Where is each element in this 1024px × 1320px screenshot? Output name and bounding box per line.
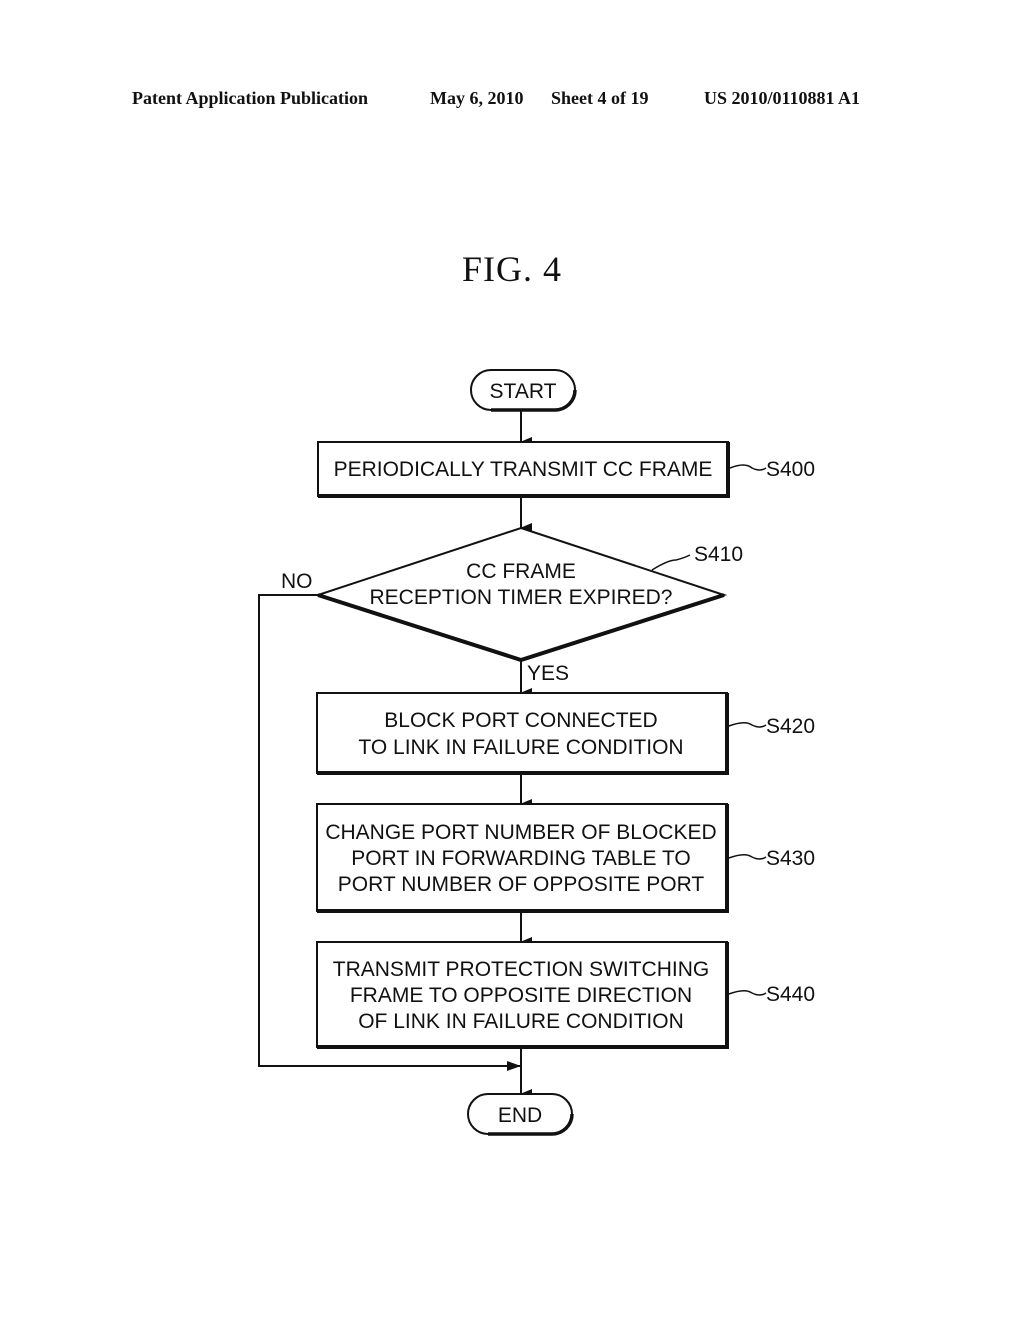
step-s430: CHANGE PORT NUMBER OF BLOCKED PORT IN FO…: [316, 803, 815, 913]
step-s420-line-1: BLOCK PORT CONNECTED: [384, 709, 657, 732]
step-s420-id: S420: [766, 715, 815, 738]
decision-no-label: NO: [281, 570, 313, 593]
step-s400-text: PERIODICALLY TRANSMIT CC FRAME: [334, 458, 713, 481]
decision-s410-line-2: RECEPTION TIMER EXPIRED?: [369, 586, 672, 609]
step-s440: TRANSMIT PROTECTION SWITCHING FRAME TO O…: [316, 941, 815, 1049]
flowchart: START PERIODICALLY TRANSMIT CC FRAME S40…: [258, 369, 815, 1136]
start-terminal: START: [470, 369, 577, 412]
step-s430-line-1: CHANGE PORT NUMBER OF BLOCKED: [325, 821, 716, 844]
end-label: END: [498, 1104, 542, 1127]
step-s440-line-1: TRANSMIT PROTECTION SWITCHING: [333, 958, 709, 981]
step-s440-line-2: FRAME TO OPPOSITE DIRECTION: [350, 984, 692, 1007]
step-s430-id: S430: [766, 847, 815, 870]
decision-s410: CC FRAME RECEPTION TIMER EXPIRED? S410 N…: [281, 526, 743, 685]
step-s400: PERIODICALLY TRANSMIT CC FRAME S400: [317, 441, 815, 498]
step-s420-line-2: TO LINK IN FAILURE CONDITION: [358, 736, 683, 759]
step-s400-id: S400: [766, 458, 815, 481]
decision-s410-line-1: CC FRAME: [466, 560, 576, 583]
decision-s410-id: S410: [694, 543, 743, 566]
step-s420: BLOCK PORT CONNECTED TO LINK IN FAILURE …: [316, 692, 815, 775]
step-s430-line-2: PORT IN FORWARDING TABLE TO: [351, 847, 691, 870]
step-s430-line-3: PORT NUMBER OF OPPOSITE PORT: [338, 873, 705, 896]
start-label: START: [490, 380, 557, 403]
step-s440-id: S440: [766, 983, 815, 1006]
step-s440-line-3: OF LINK IN FAILURE CONDITION: [358, 1010, 684, 1033]
decision-yes-label: YES: [527, 662, 569, 685]
end-terminal: END: [467, 1093, 574, 1136]
